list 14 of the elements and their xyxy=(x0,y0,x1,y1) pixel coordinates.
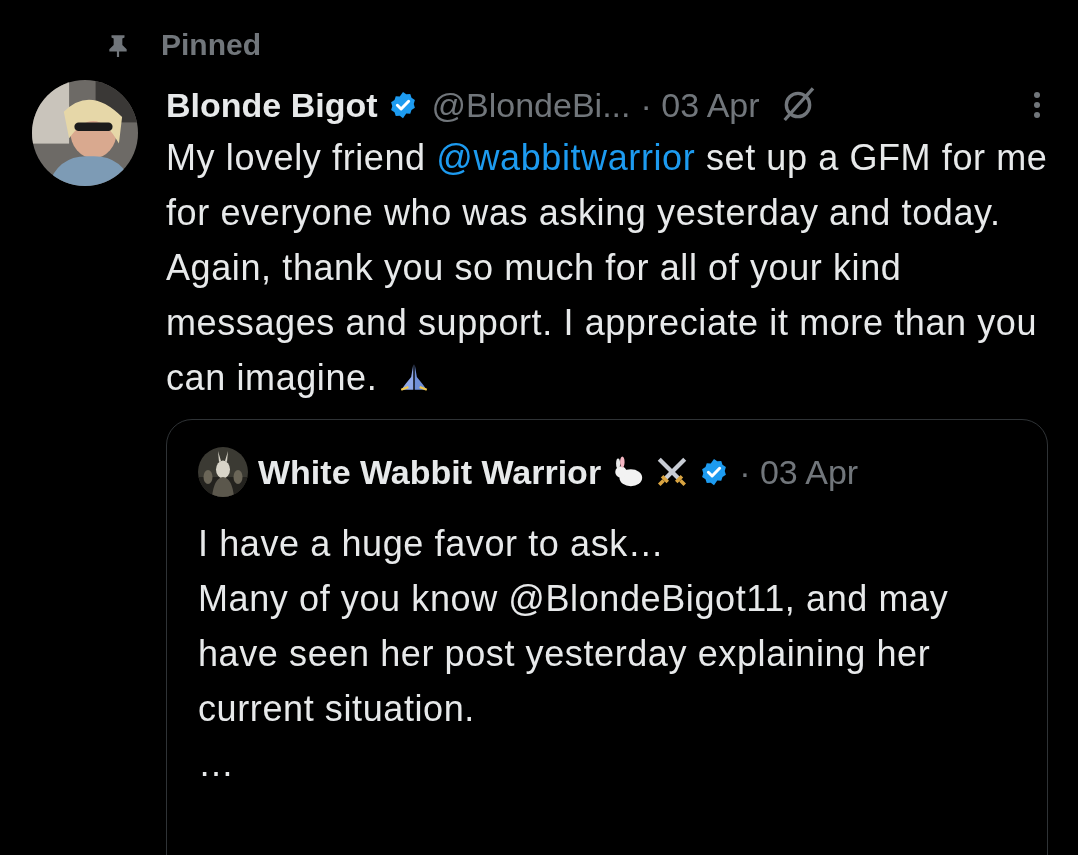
more-menu-icon[interactable] xyxy=(1032,89,1042,121)
pinned-label: Pinned xyxy=(161,27,261,63)
post-text: Again, thank you so much for all of your kind messages and support. I appreciate it more than you can imagine. xyxy=(166,246,1039,400)
author-handle[interactable]: @BlondeBi... xyxy=(431,80,631,130)
quoted-post-date[interactable]: · 03 Apr xyxy=(739,442,859,502)
quoted-post-text: I have a huge favor to ask… xyxy=(198,522,666,566)
quoted-post-text: … xyxy=(198,742,236,786)
post-date[interactable]: · 03 Apr xyxy=(640,80,760,130)
quoted-author-name[interactable]: White Wabbit Warrior xyxy=(258,442,602,502)
quoted-post-card[interactable]: White Wabbit Warrior · 03 Apr I have a huge favor to ask… Many of you know @BlondeBigot11, and may have seen her post yesterday explaining her current situation. … xyxy=(166,419,1048,855)
post-text: My lovely friend @wabbitwarrior set up a GFM for me for everyone who was asking yesterday and today. xyxy=(166,136,1048,235)
author-name[interactable]: Blonde Bigot xyxy=(166,80,378,130)
mention-link[interactable]: @wabbitwarrior xyxy=(436,137,696,178)
quoted-post-text: Many of you know @BlondeBigot11, and may have seen her post yesterday explaining her current situation. xyxy=(198,577,950,731)
